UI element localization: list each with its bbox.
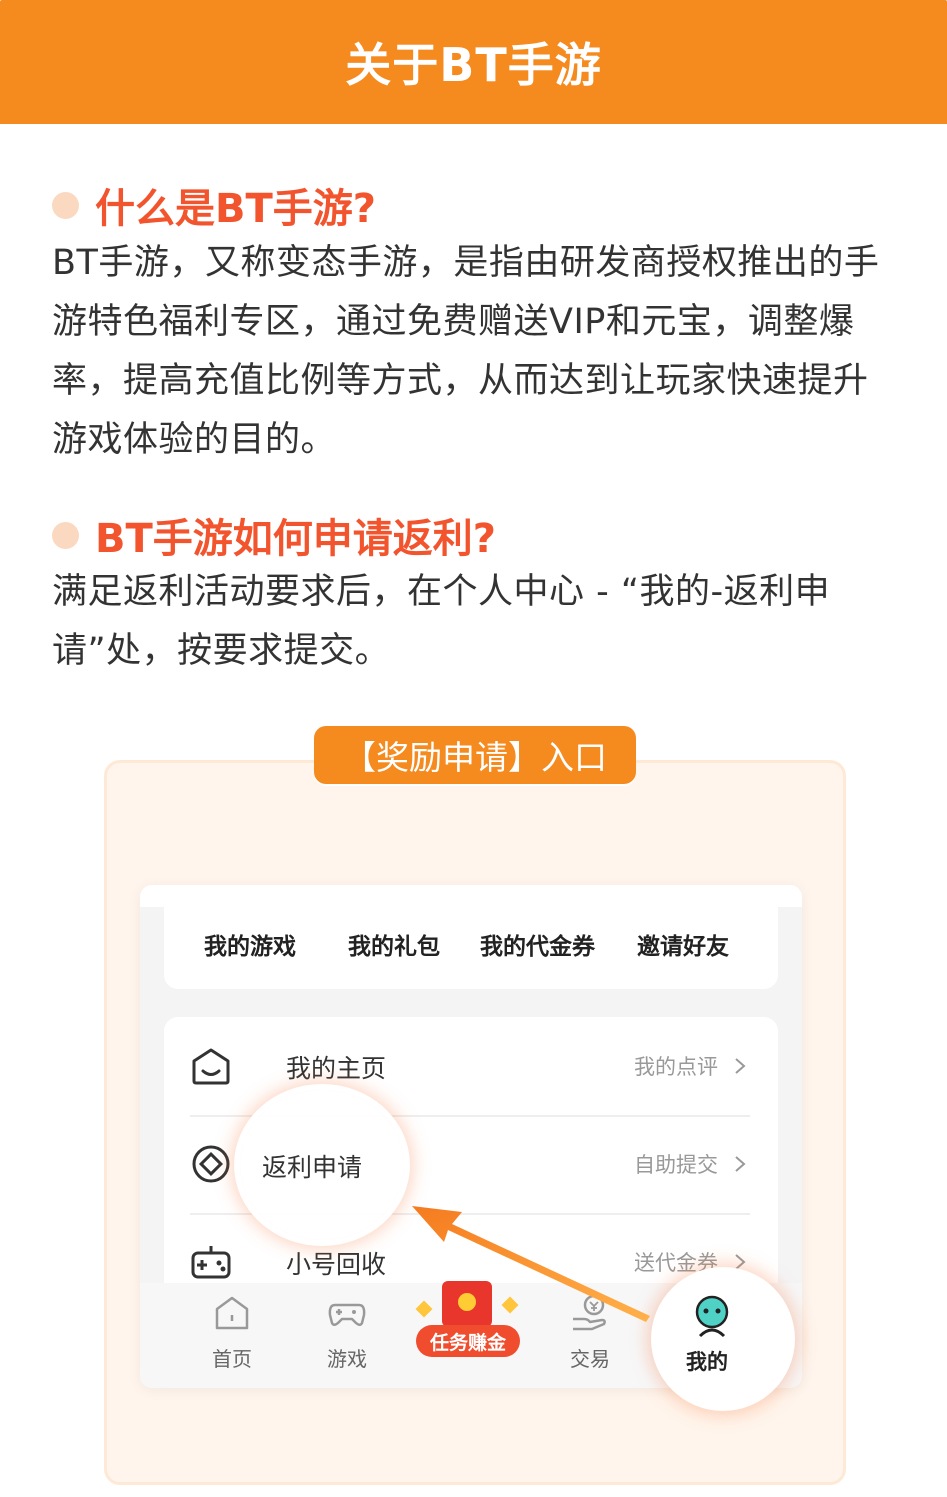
home-icon	[215, 1296, 249, 1330]
bullet-dot	[52, 191, 79, 219]
menu-row-right-text: 我的点评	[634, 1055, 718, 1079]
home-smile-icon	[192, 1048, 230, 1085]
section-heading-text: BT手游如何申请返利?	[95, 516, 496, 562]
sparkle-decoration	[415, 1300, 433, 1318]
menu-row-label: 我的主页	[286, 1054, 387, 1083]
nav-home[interactable]: 首页	[187, 1293, 277, 1372]
section-body-what-is: BT手游，又称变态手游，是指由研发商授权推出的手游特色福利专区，通过免费赠送VI…	[52, 243, 880, 460]
sparkle-decoration	[501, 1296, 519, 1314]
bullet-dot	[52, 521, 79, 549]
nav-label: 首页	[212, 1347, 252, 1371]
nav-label: 交易	[570, 1347, 610, 1371]
section-heading-how-to-apply: BT手游如何申请返利?	[52, 506, 496, 564]
chevron-right-icon	[735, 1058, 746, 1074]
menu-row-right-text: 送代金券	[634, 1251, 718, 1275]
nav-trade[interactable]: 交易	[545, 1293, 635, 1372]
quick-tabs-card: 我的游戏 我的礼包 我的代金券 邀请好友	[164, 905, 778, 989]
tab-invite-friends[interactable]: 邀请好友	[637, 927, 729, 961]
rebate-coin-icon	[192, 1145, 230, 1183]
phone-top-strip	[140, 885, 802, 907]
menu-row-my-homepage[interactable]: 我的主页 我的点评	[190, 1017, 750, 1115]
reward-entry-badge: 【奖励申请】入口	[314, 726, 636, 784]
section-body-how-to-apply: 满足返利活动要求后，在个人中心 - “我的-返利申请”处，按要求提交。	[52, 572, 831, 671]
tab-my-gifts[interactable]: 我的礼包	[348, 927, 440, 961]
section-heading-what-is: 什么是BT手游?	[52, 176, 376, 234]
highlight-circle-mine	[656, 1272, 790, 1406]
gamepad-recycle-icon	[191, 1246, 231, 1279]
red-envelope-icon	[442, 1281, 492, 1327]
menu-row-label: 小号回收	[286, 1250, 387, 1279]
menu-row-right: 我的点评	[634, 1051, 750, 1081]
section-heading-text: 什么是BT手游?	[95, 186, 376, 232]
trade-hand-icon	[573, 1294, 606, 1331]
menu-row-right-text: 自助提交	[634, 1153, 718, 1177]
nav-label: 游戏	[327, 1347, 367, 1371]
chevron-right-icon	[735, 1156, 746, 1172]
nav-task-earn[interactable]: 任务赚金	[410, 1281, 522, 1365]
chevron-right-icon	[735, 1254, 746, 1270]
gamepad-icon	[328, 1303, 366, 1326]
rebate-apply-label[interactable]: 返利申请	[262, 1148, 362, 1184]
menu-row-right: 自助提交	[634, 1149, 750, 1179]
nav-mine-label[interactable]: 我的	[686, 1346, 728, 1376]
smiley-user-icon[interactable]	[692, 1294, 732, 1338]
page-header: 关于BT手游	[0, 0, 947, 124]
task-earn-label: 任务赚金	[416, 1325, 520, 1357]
tab-my-vouchers[interactable]: 我的代金券	[480, 927, 595, 961]
page-title: 关于BT手游	[345, 38, 602, 92]
coin-icon	[458, 1293, 476, 1311]
tab-my-games[interactable]: 我的游戏	[204, 927, 296, 961]
nav-games[interactable]: 游戏	[302, 1293, 392, 1372]
